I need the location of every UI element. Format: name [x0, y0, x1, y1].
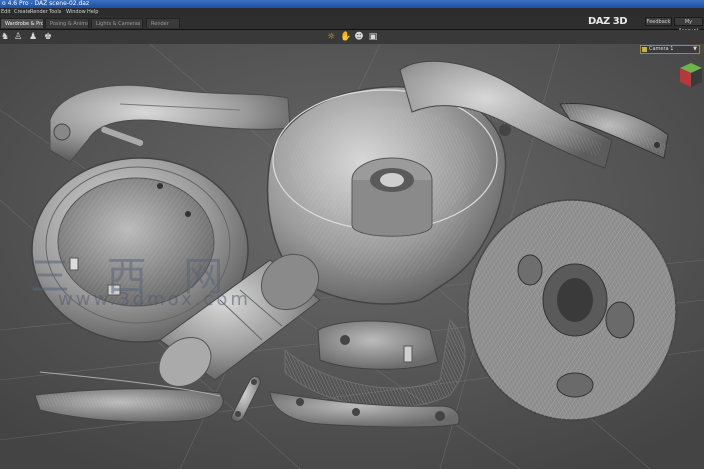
figure-sit-icon[interactable]: ♚ [43, 32, 53, 42]
feedback-button[interactable]: Feedback [645, 17, 672, 26]
turbine-right [467, 199, 677, 421]
watermark-url: www.3dmox.com [58, 289, 251, 310]
camera-selector-label: Camera 1 [649, 46, 674, 52]
menu-create[interactable]: Create [14, 8, 31, 16]
hand-icon[interactable]: ✋ [340, 32, 351, 42]
group-figure-icon[interactable]: ♟ [28, 32, 38, 42]
camera-icon[interactable]: ▣ [368, 32, 378, 42]
menu-help[interactable]: Help [87, 8, 98, 16]
tab-posing-animation[interactable]: Posing & Animation [45, 18, 89, 28]
menu-window[interactable]: Window [66, 8, 86, 16]
figure-icon[interactable]: ♞ [0, 32, 10, 42]
window-title: o 4.6 Pro - DAZ scene-02.daz [2, 0, 90, 7]
menu-tools[interactable]: Tools [49, 8, 61, 16]
camera-selector[interactable]: Camera 1 ▼ [640, 45, 700, 54]
title-bar: o 4.6 Pro - DAZ scene-02.daz [0, 0, 704, 8]
tab-lights-cameras[interactable]: Lights & Cameras [91, 18, 143, 28]
tab-wardrobe-props[interactable]: Wardrobe & Props [0, 18, 44, 28]
camera-small-icon [642, 47, 647, 52]
tab-render[interactable]: Render [146, 18, 180, 28]
daz3d-logo: DAZ 3D [588, 16, 628, 27]
menu-render[interactable]: Render [30, 8, 48, 16]
menu-bar: Edit Create Render Tools Window Help [0, 8, 704, 16]
my-account-button[interactable]: My Account [674, 17, 703, 34]
toolbar: ♞ ♙ ♟ ♚ ☼ ✋ ☻ ▣ [0, 30, 704, 45]
view-cube-icon[interactable] [680, 63, 702, 87]
lamp-icon[interactable]: ☼ [326, 32, 336, 42]
chevron-down-icon: ▼ [693, 46, 697, 52]
person-icon[interactable]: ☻ [354, 32, 364, 42]
figure-props-icon[interactable]: ♙ [13, 32, 23, 42]
menu-edit[interactable]: Edit [1, 8, 11, 16]
3d-viewport[interactable]: 三 西 网 www.3dmox.com [0, 44, 704, 469]
